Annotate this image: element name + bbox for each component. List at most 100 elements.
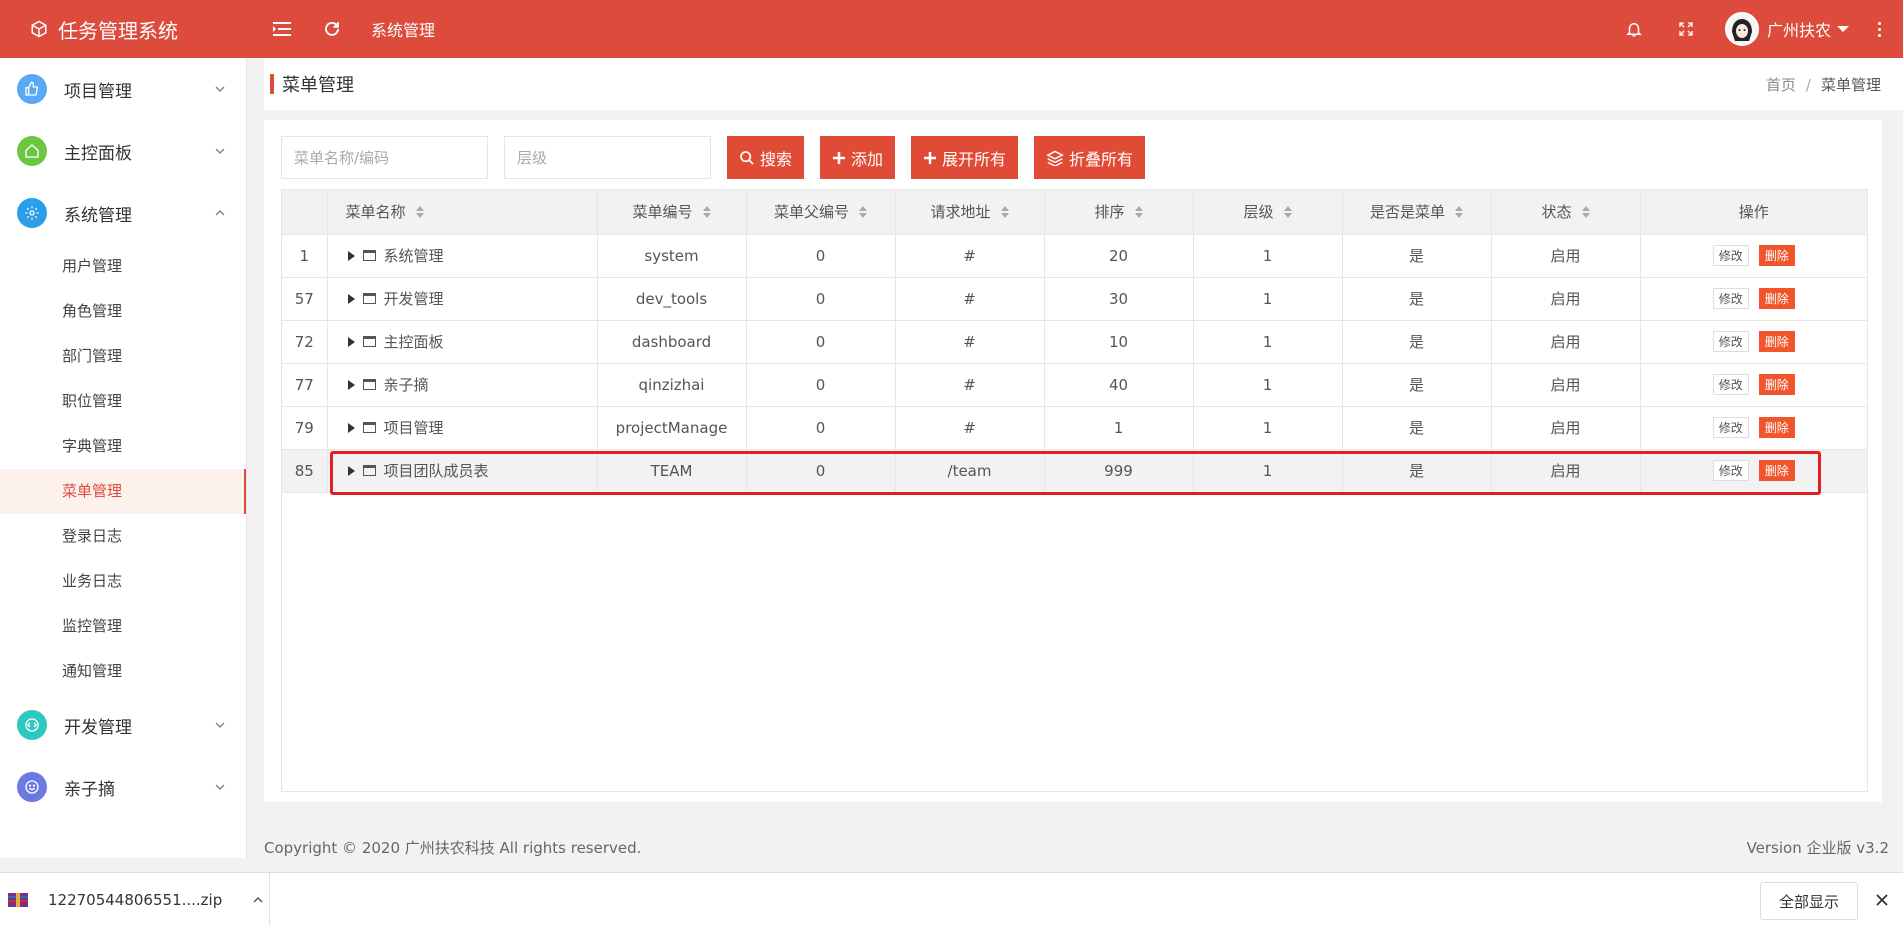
sidebar-item-notifications[interactable]: 通知管理 bbox=[0, 649, 246, 694]
user-name: 广州扶农 bbox=[1766, 21, 1831, 40]
add-button[interactable]: 添加 bbox=[820, 136, 896, 179]
sidebar-item-users[interactable]: 用户管理 bbox=[0, 244, 246, 289]
column-header-status[interactable]: 状态 bbox=[1491, 190, 1641, 235]
menu-name-text: 项目团队成员表 bbox=[383, 462, 489, 480]
show-all-downloads-button[interactable]: 全部显示 bbox=[1759, 882, 1858, 920]
delete-button[interactable]: 删除 bbox=[1758, 331, 1795, 352]
window-icon bbox=[362, 379, 376, 390]
cell-sort: 20 bbox=[1044, 234, 1194, 278]
sidebar-group-system[interactable]: 系统管理 bbox=[0, 182, 246, 244]
table-row[interactable]: 85 项目团队成员表 TEAM 0/team 999 1 是启用 修改 删除 bbox=[282, 449, 1867, 493]
column-header-is-menu[interactable]: 是否是菜单 bbox=[1342, 190, 1492, 235]
column-header-label: 请求地址 bbox=[930, 203, 991, 222]
column-header-label: 菜单编号 bbox=[632, 203, 693, 222]
cell-code: qinzizhai bbox=[597, 363, 747, 407]
bell-icon[interactable] bbox=[1621, 16, 1647, 42]
sidebar-item-login-log[interactable]: 登录日志 bbox=[0, 514, 246, 559]
layers-icon bbox=[1046, 150, 1064, 166]
collapse-all-button[interactable]: 折叠所有 bbox=[1034, 136, 1146, 179]
edit-button[interactable]: 修改 bbox=[1712, 460, 1749, 481]
column-header-code[interactable]: 菜单编号 bbox=[597, 190, 747, 235]
search-button[interactable]: 搜索 bbox=[727, 136, 805, 179]
edit-button[interactable]: 修改 bbox=[1712, 245, 1749, 266]
sidebar-group-project[interactable]: 项目管理 bbox=[0, 58, 246, 120]
sidebar-item-dictionary[interactable]: 字典管理 bbox=[0, 424, 246, 469]
gear-icon bbox=[17, 198, 47, 228]
sort-icon[interactable] bbox=[1455, 205, 1463, 218]
user-menu[interactable]: 广州扶农 bbox=[1724, 12, 1849, 46]
sort-icon[interactable] bbox=[1581, 205, 1590, 218]
delete-button[interactable]: 删除 bbox=[1758, 460, 1795, 481]
expand-arrow-icon[interactable] bbox=[347, 250, 355, 261]
edit-button[interactable]: 修改 bbox=[1712, 331, 1749, 352]
sort-icon[interactable] bbox=[1134, 205, 1143, 218]
sort-icon[interactable] bbox=[702, 205, 711, 218]
sort-icon[interactable] bbox=[1283, 205, 1292, 218]
refresh-icon[interactable] bbox=[319, 16, 345, 42]
column-header-sort[interactable]: 排序 bbox=[1044, 190, 1194, 235]
expand-arrow-icon[interactable] bbox=[347, 293, 355, 304]
sidebar-item-monitor[interactable]: 监控管理 bbox=[0, 604, 246, 649]
sort-icon[interactable] bbox=[859, 205, 867, 218]
search-input[interactable] bbox=[281, 136, 488, 179]
fullscreen-icon[interactable] bbox=[1673, 16, 1699, 42]
sidebar-item-departments[interactable]: 部门管理 bbox=[0, 334, 246, 379]
delete-button[interactable]: 删除 bbox=[1758, 288, 1795, 309]
cell-parent: 0 bbox=[746, 406, 896, 450]
table-row[interactable]: 79 项目管理 projectManage 0 #1 1 是启用 修改 删除 bbox=[282, 406, 1867, 450]
cell-actions: 修改 删除 bbox=[1640, 449, 1867, 493]
close-icon[interactable] bbox=[1875, 893, 1889, 907]
menu-toggle-icon[interactable] bbox=[269, 16, 295, 42]
sidebar-item-business-log[interactable]: 业务日志 bbox=[0, 559, 246, 604]
level-input[interactable] bbox=[504, 136, 711, 179]
caret-down-icon bbox=[1837, 26, 1849, 32]
delete-button[interactable]: 删除 bbox=[1758, 417, 1795, 438]
sidebar-group-qinzizhai[interactable]: 亲子摘 bbox=[0, 756, 246, 818]
code-icon bbox=[17, 710, 47, 740]
sort-icon[interactable] bbox=[1000, 205, 1009, 218]
sort-icon[interactable] bbox=[415, 205, 424, 218]
chevron-up-icon[interactable] bbox=[252, 894, 264, 906]
cell-sort: 999 bbox=[1044, 449, 1194, 493]
top-nav-title[interactable]: 系统管理 bbox=[371, 17, 435, 41]
expand-arrow-icon[interactable] bbox=[347, 336, 355, 347]
column-header-label: 状态 bbox=[1541, 203, 1572, 222]
edit-button[interactable]: 修改 bbox=[1712, 288, 1749, 309]
expand-all-button[interactable]: 展开所有 bbox=[911, 136, 1019, 179]
table-row[interactable]: 1 系统管理 system 0 #20 1 是启用 修改 删除 bbox=[282, 234, 1867, 278]
brand[interactable]: 任务管理系统 bbox=[0, 15, 247, 44]
column-header-name[interactable]: 菜单名称 bbox=[327, 190, 598, 235]
sidebar-item-roles[interactable]: 角色管理 bbox=[0, 289, 246, 334]
sidebar-item-positions[interactable]: 职位管理 bbox=[0, 379, 246, 424]
cell-level: 1 bbox=[1193, 277, 1343, 321]
download-item[interactable]: 12270544806551....zip bbox=[0, 872, 270, 926]
cell-level: 1 bbox=[1193, 234, 1343, 278]
more-vertical-icon[interactable] bbox=[1869, 21, 1889, 37]
expand-arrow-icon[interactable] bbox=[347, 379, 355, 390]
add-button-label: 添加 bbox=[851, 149, 884, 169]
delete-button[interactable]: 删除 bbox=[1758, 245, 1795, 266]
cell-code: projectManage bbox=[597, 406, 747, 450]
column-header-url[interactable]: 请求地址 bbox=[895, 190, 1045, 235]
breadcrumb-home[interactable]: 首页 bbox=[1766, 76, 1796, 94]
top-header: 任务管理系统 系统管理 广州扶农 bbox=[0, 0, 1903, 58]
expand-arrow-icon[interactable] bbox=[347, 465, 355, 476]
cell-status: 启用 bbox=[1491, 406, 1641, 450]
table-row[interactable]: 57 开发管理 dev_tools 0 #30 1 是启用 修改 删除 bbox=[282, 277, 1867, 321]
edit-button[interactable]: 修改 bbox=[1712, 417, 1749, 438]
column-header-parent[interactable]: 菜单父编号 bbox=[746, 190, 896, 235]
menu-name-text: 亲子摘 bbox=[383, 376, 429, 394]
sidebar-item-menus[interactable]: 菜单管理 bbox=[0, 469, 246, 514]
sidebar-group-dashboard[interactable]: 主控面板 bbox=[0, 120, 246, 182]
copyright-text: Copyright © 2020 广州扶农科技 All rights reser… bbox=[264, 838, 642, 857]
title-accent-bar bbox=[270, 74, 274, 94]
delete-button[interactable]: 删除 bbox=[1758, 374, 1795, 395]
page-title: 菜单管理 bbox=[282, 75, 354, 96]
sidebar-group-dev[interactable]: 开发管理 bbox=[0, 694, 246, 756]
table-row[interactable]: 72 主控面板 dashboard 0 #10 1 是启用 修改 删除 bbox=[282, 320, 1867, 364]
table-row[interactable]: 77 亲子摘 qinzizhai 0 #40 1 是启用 修改 删除 bbox=[282, 363, 1867, 407]
edit-button[interactable]: 修改 bbox=[1712, 374, 1749, 395]
column-header-label: 是否是菜单 bbox=[1369, 203, 1445, 222]
expand-arrow-icon[interactable] bbox=[347, 422, 355, 433]
column-header-level[interactable]: 层级 bbox=[1193, 190, 1343, 235]
